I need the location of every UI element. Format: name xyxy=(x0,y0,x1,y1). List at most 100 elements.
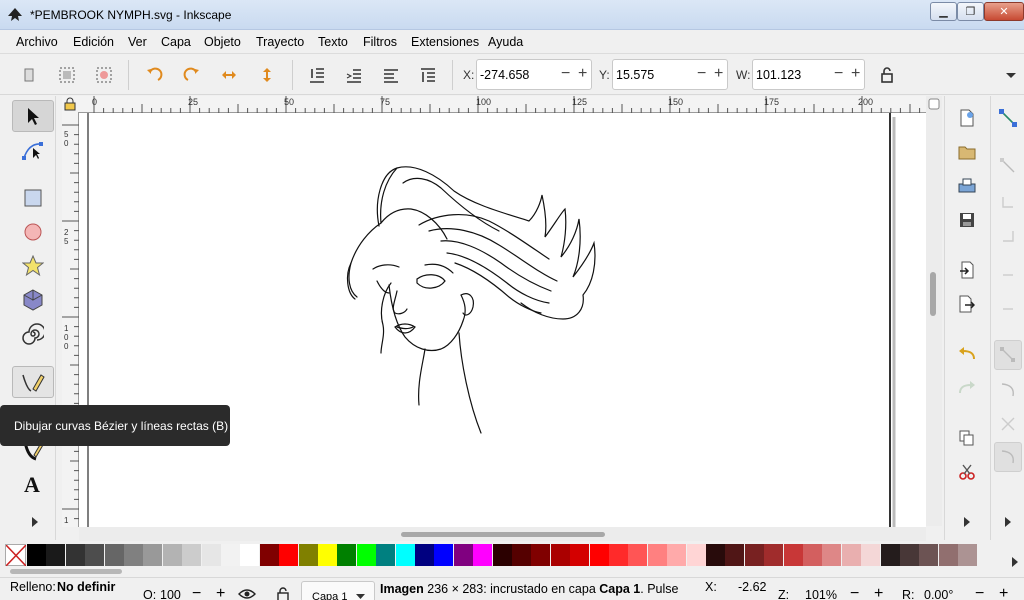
lower-icon[interactable] xyxy=(343,64,365,86)
opacity-increment-button[interactable]: + xyxy=(216,585,225,600)
color-swatch[interactable] xyxy=(124,544,143,566)
color-swatch[interactable] xyxy=(492,544,512,566)
pencil-tool[interactable] xyxy=(12,366,54,398)
color-swatch[interactable] xyxy=(667,544,687,566)
color-swatch[interactable] xyxy=(822,544,842,566)
color-swatch[interactable] xyxy=(570,544,590,566)
horizontal-scroll-thumb[interactable] xyxy=(401,532,605,537)
node-tool[interactable] xyxy=(12,134,54,166)
snap-more-icon[interactable] xyxy=(996,510,1020,534)
rectangle-tool[interactable] xyxy=(12,182,54,214)
color-swatch[interactable] xyxy=(337,544,357,566)
snap-centers-icon[interactable] xyxy=(996,292,1020,316)
color-swatch[interactable] xyxy=(415,544,434,566)
3d-box-tool[interactable] xyxy=(12,284,54,316)
color-swatch[interactable] xyxy=(162,544,182,566)
drawing-canvas[interactable] xyxy=(79,113,926,527)
zoom-corner-icon[interactable] xyxy=(926,96,942,112)
star-tool[interactable] xyxy=(12,250,54,282)
snap-bbox-icon[interactable] xyxy=(996,154,1020,178)
color-swatch[interactable] xyxy=(65,544,85,566)
raise-icon[interactable] xyxy=(380,64,402,86)
x-value[interactable]: -274.658 xyxy=(480,68,529,82)
color-swatch[interactable] xyxy=(919,544,939,566)
toolbar-overflow-icon[interactable] xyxy=(1000,64,1022,86)
no-paint-swatch[interactable] xyxy=(5,544,27,567)
flip-vertical-icon[interactable] xyxy=(256,64,278,86)
select-all-icon[interactable] xyxy=(18,64,40,86)
rotate-ccw-icon[interactable] xyxy=(143,64,165,86)
menu-texto[interactable]: Texto xyxy=(318,35,348,49)
snap-bbox-edges-icon[interactable] xyxy=(996,190,1020,214)
x-decrement-button[interactable]: − xyxy=(561,66,570,82)
fill-value[interactable]: No definir xyxy=(57,580,115,594)
color-swatch[interactable] xyxy=(512,544,531,566)
import-icon[interactable] xyxy=(955,258,979,282)
snap-intersections-icon[interactable] xyxy=(996,412,1020,436)
opacity-decrement-button[interactable]: − xyxy=(192,585,201,600)
y-value[interactable]: 15.575 xyxy=(616,68,654,82)
rotate-cw-icon[interactable] xyxy=(181,64,203,86)
color-swatch[interactable] xyxy=(46,544,66,566)
maximize-button[interactable]: ❐ xyxy=(957,2,984,21)
w-decrement-button[interactable]: − xyxy=(834,66,843,82)
print-icon[interactable] xyxy=(955,174,979,198)
rotation-value[interactable]: 0.00° xyxy=(924,588,953,600)
deselect-icon[interactable] xyxy=(93,64,115,86)
menu-capa[interactable]: Capa xyxy=(161,35,191,49)
layer-lock-icon[interactable] xyxy=(276,587,290,600)
horizontal-scrollbar[interactable] xyxy=(79,527,926,541)
color-swatch[interactable] xyxy=(589,544,609,566)
color-swatch[interactable] xyxy=(395,544,415,566)
color-swatch[interactable] xyxy=(861,544,881,566)
redo-icon[interactable] xyxy=(955,376,979,400)
snap-bbox-corners-icon[interactable] xyxy=(996,224,1020,248)
color-swatch[interactable] xyxy=(628,544,648,566)
snap-paths-icon[interactable] xyxy=(996,378,1020,402)
vertical-scroll-thumb[interactable] xyxy=(930,272,936,316)
menu-extensiones[interactable]: Extensiones xyxy=(411,35,479,49)
flip-horizontal-icon[interactable] xyxy=(218,64,240,86)
export-icon[interactable] xyxy=(955,292,979,316)
color-swatch[interactable] xyxy=(259,544,279,566)
ruler-corner-lock-icon[interactable] xyxy=(62,96,79,113)
color-swatch[interactable] xyxy=(221,544,240,566)
menu-edicion[interactable]: Edición xyxy=(73,35,114,49)
x-increment-button[interactable]: + xyxy=(578,66,587,82)
color-swatch[interactable] xyxy=(938,544,958,566)
save-icon[interactable] xyxy=(955,208,979,232)
color-swatch[interactable] xyxy=(550,544,570,566)
color-swatch[interactable] xyxy=(686,544,706,566)
select-all-layers-icon[interactable] xyxy=(56,64,78,86)
snap-midpoints-icon[interactable] xyxy=(996,258,1020,282)
cut-icon[interactable] xyxy=(955,460,979,484)
color-swatch[interactable] xyxy=(356,544,376,566)
undo-icon[interactable] xyxy=(955,342,979,366)
y-increment-button[interactable]: + xyxy=(714,66,723,82)
color-swatch[interactable] xyxy=(85,544,105,566)
color-swatch[interactable] xyxy=(143,544,163,566)
w-value[interactable]: 101.123 xyxy=(756,68,801,82)
opacity-value[interactable]: 100 xyxy=(160,588,181,600)
open-folder-icon[interactable] xyxy=(955,140,979,164)
color-swatch[interactable] xyxy=(647,544,667,566)
layer-dropdown[interactable]: Capa 1 xyxy=(301,581,375,600)
color-swatch[interactable] xyxy=(609,544,628,566)
zoom-increment-button[interactable]: + xyxy=(874,585,883,600)
x-field[interactable]: -274.658 − + xyxy=(476,59,592,90)
palette-scroll-thumb[interactable] xyxy=(10,569,122,574)
color-swatch[interactable] xyxy=(958,544,978,566)
rotation-decrement-button[interactable]: − xyxy=(975,585,984,600)
color-swatch[interactable] xyxy=(783,544,803,566)
menu-objeto[interactable]: Objeto xyxy=(204,35,241,49)
menu-filtros[interactable]: Filtros xyxy=(363,35,397,49)
snap-smooth-nodes-icon[interactable] xyxy=(994,442,1022,472)
menu-trayecto[interactable]: Trayecto xyxy=(256,35,304,49)
raise-to-top-icon[interactable] xyxy=(417,64,439,86)
selector-tool[interactable] xyxy=(12,100,54,132)
color-swatch[interactable] xyxy=(279,544,299,566)
color-swatch[interactable] xyxy=(27,544,46,566)
vertical-scrollbar[interactable] xyxy=(926,96,942,526)
color-swatch[interactable] xyxy=(900,544,919,566)
toolbox-more-icon[interactable] xyxy=(30,516,42,528)
